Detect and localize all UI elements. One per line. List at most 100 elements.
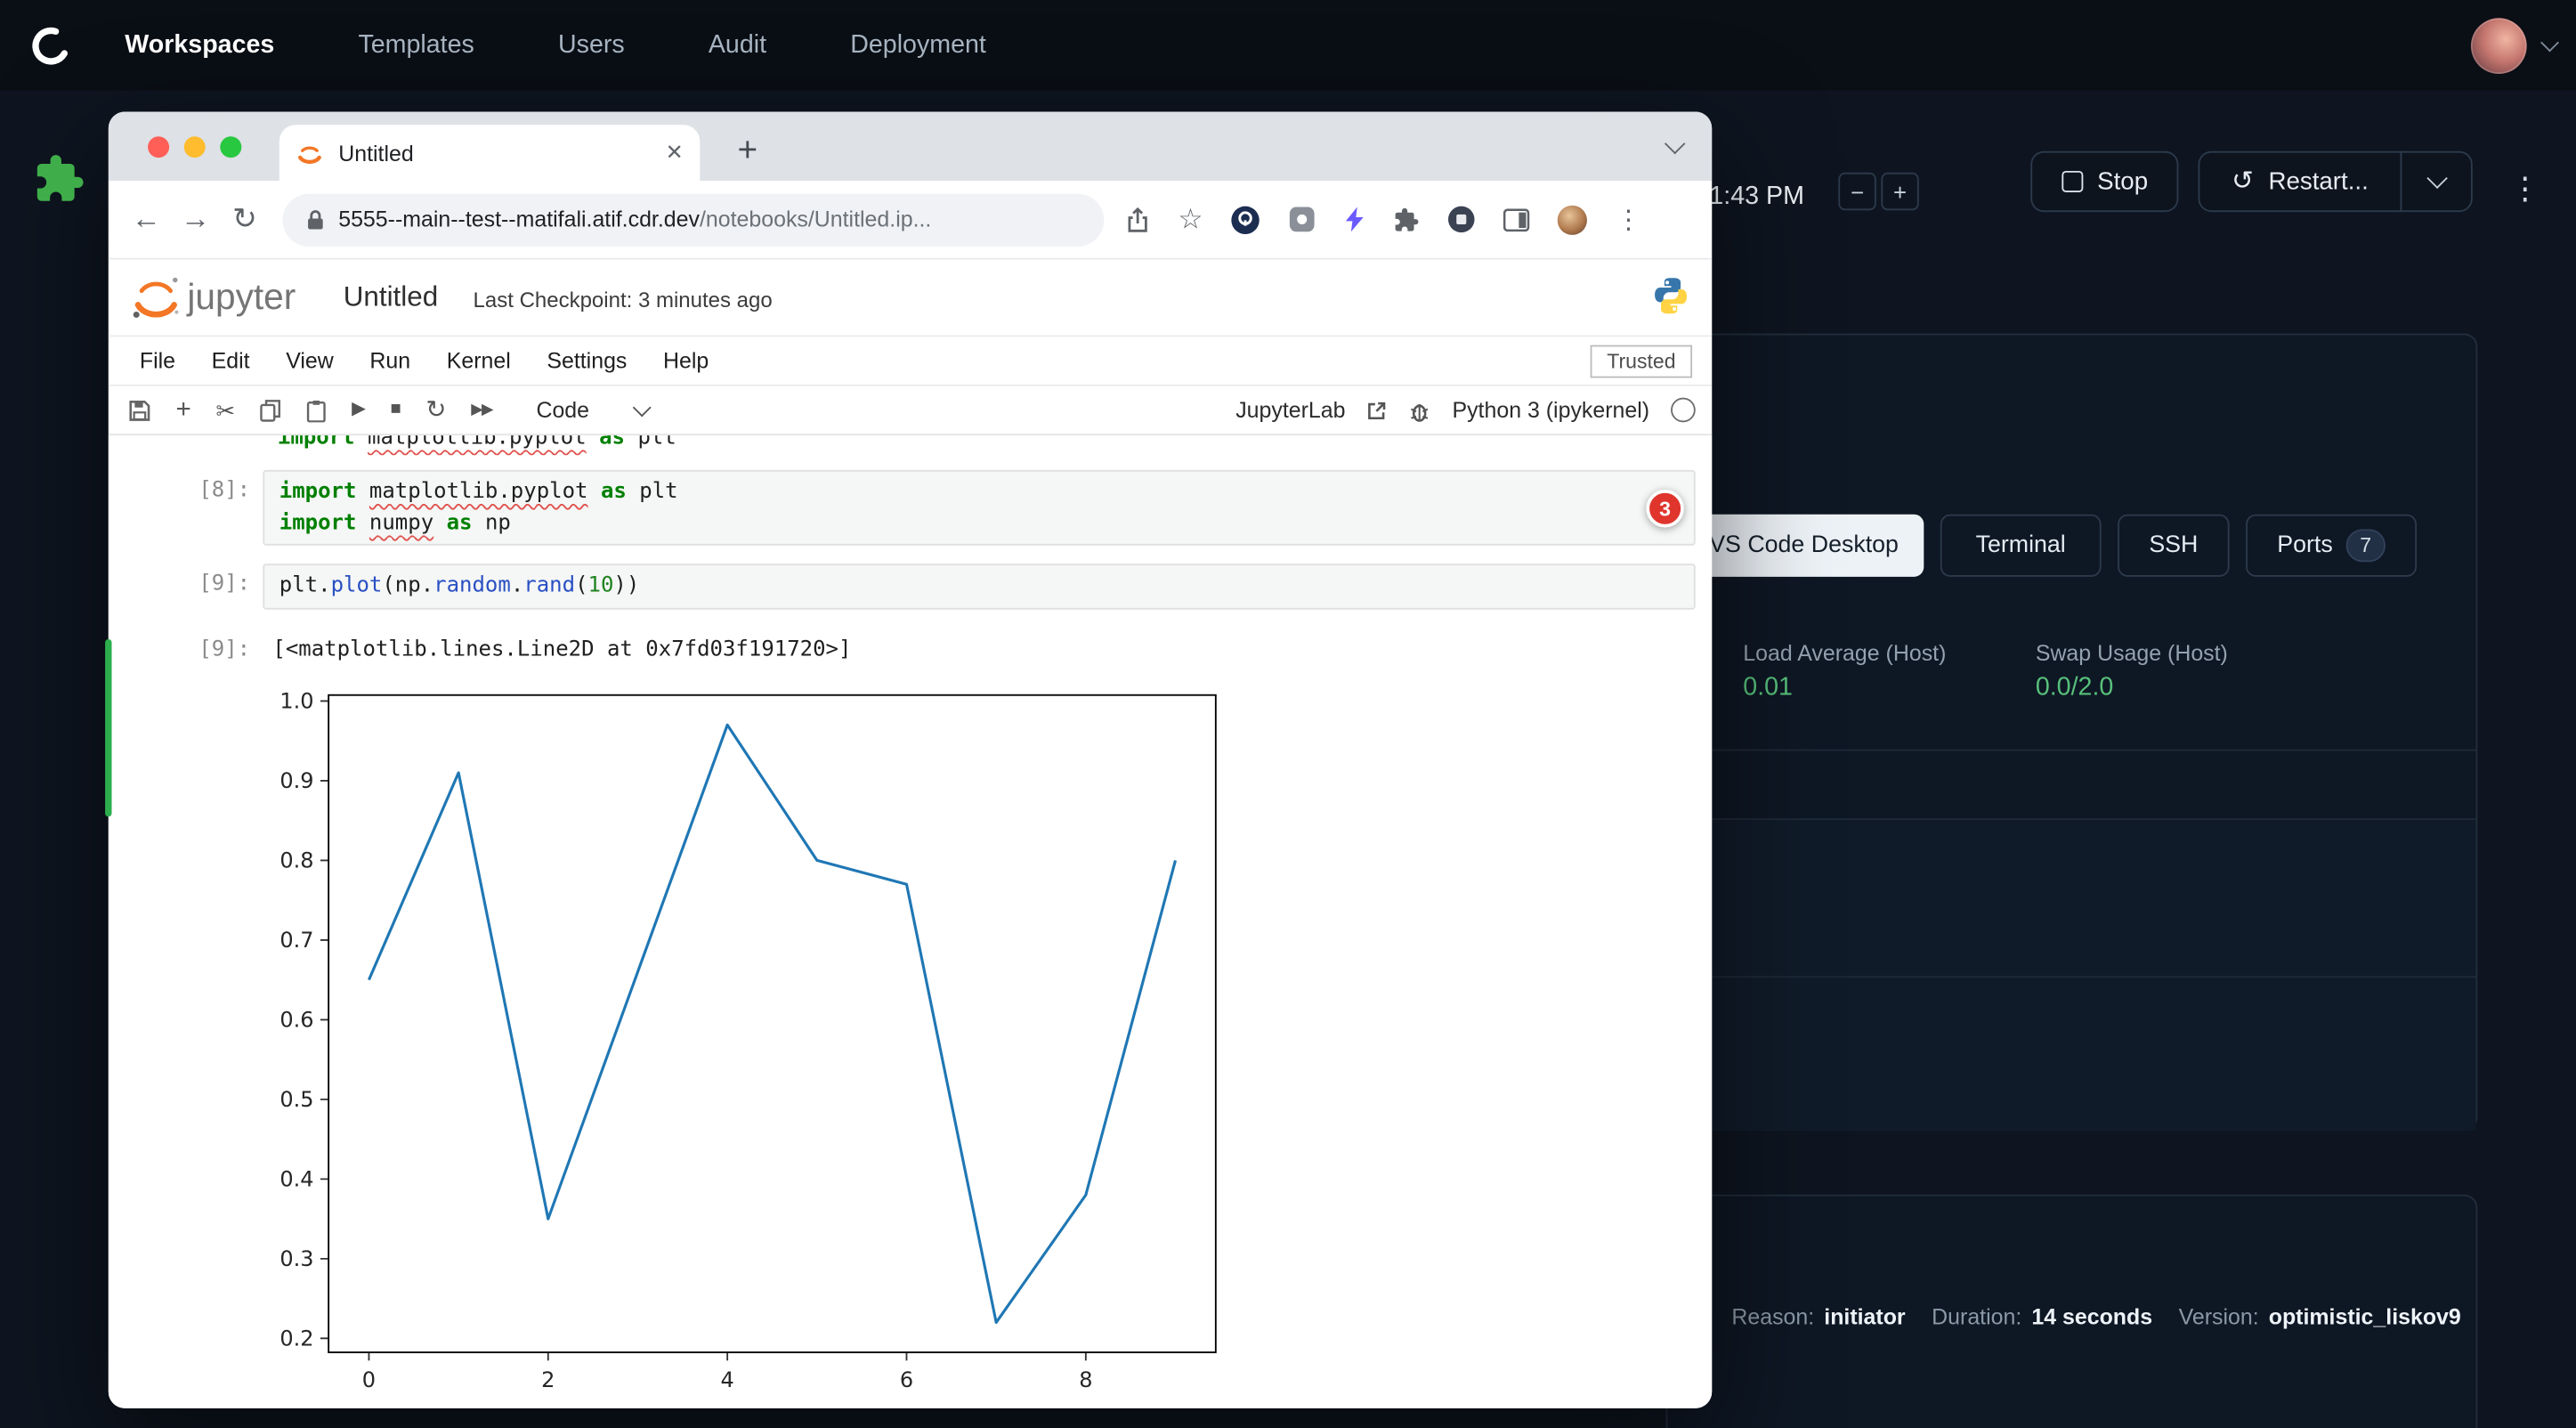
browser-tabstrip: Untitled ✕ +: [109, 112, 1712, 182]
menu-run[interactable]: Run: [352, 348, 428, 373]
svg-text:0.3: 0.3: [279, 1246, 313, 1271]
run-cell-icon[interactable]: ▶: [352, 401, 366, 418]
coder-logo[interactable]: [0, 22, 101, 69]
screen: Workspaces Templates Users Audit Deploym…: [0, 0, 2576, 1428]
stop-label: Stop: [2097, 167, 2148, 195]
menu-view[interactable]: View: [268, 348, 352, 373]
svg-text:0.2: 0.2: [279, 1327, 313, 1351]
build-row[interactable]: Reason: initiator Duration: 14 seconds V…: [1731, 1304, 2477, 1329]
jupyter-logo-icon: [132, 272, 181, 321]
code-cell-9[interactable]: plt.plot(np.random.rand(10)): [263, 564, 1695, 610]
jupyter-header: jupyter Untitled Last Checkpoint: 3 minu…: [109, 260, 1712, 337]
restart-kernel-icon[interactable]: ↻: [425, 398, 446, 423]
debugger-bug-icon[interactable]: [1408, 399, 1431, 422]
window-minimize-button[interactable]: [184, 135, 206, 157]
nav-item-deployment[interactable]: Deployment: [850, 30, 986, 60]
reload-button[interactable]: ↻: [220, 202, 269, 237]
onepassword-extension-icon[interactable]: [1231, 205, 1260, 234]
menu-edit[interactable]: Edit: [193, 348, 268, 373]
window-fullscreen-button[interactable]: [220, 135, 241, 157]
browser-profile-avatar[interactable]: [1558, 205, 1587, 234]
external-link-icon[interactable]: [1367, 400, 1387, 419]
schedule-minus-button[interactable]: −: [1838, 173, 1875, 210]
jupyter-menubar: File Edit View Run Kernel Settings Help …: [109, 337, 1712, 385]
menu-help[interactable]: Help: [645, 348, 727, 373]
stat-value: 0.0/2.0: [2036, 674, 2228, 703]
user-menu-chevron-icon[interactable]: [2540, 33, 2559, 52]
copy-cell-icon[interactable]: [260, 399, 281, 422]
python-logo-icon: [1649, 274, 1692, 317]
ssh-button[interactable]: SSH: [2118, 515, 2230, 577]
menu-settings[interactable]: Settings: [529, 348, 645, 373]
active-workspace-indicator: [105, 639, 111, 816]
vscode-desktop-button[interactable]: VS Code Desktop: [1684, 515, 1924, 577]
jupyter-favicon: [296, 139, 323, 166]
duration-label: Duration:: [1932, 1304, 2021, 1329]
svg-text:0.4: 0.4: [279, 1167, 313, 1192]
workspace-more-options-button[interactable]: ⋮: [2496, 159, 2555, 218]
clipped-cell-line: import matplotlib.pyplot as plt: [278, 435, 1132, 455]
duration-value: 14 seconds: [2031, 1304, 2152, 1329]
tab-close-button[interactable]: ✕: [666, 140, 684, 166]
stop-icon: [2062, 171, 2083, 192]
browser-tab[interactable]: Untitled ✕: [279, 125, 700, 181]
forward-button[interactable]: →: [171, 202, 220, 237]
build-history-panel: Reason: initiator Duration: 14 seconds V…: [1666, 1195, 2478, 1428]
paste-cell-icon[interactable]: [305, 399, 327, 422]
extension-puzzle-icon[interactable]: [33, 153, 85, 206]
extension-icon[interactable]: [1288, 206, 1316, 233]
stop-button[interactable]: Stop: [2030, 151, 2178, 212]
kernel-status-icon: [1671, 398, 1696, 423]
jupyter-toolbar-right: JupyterLab Python 3 (ipykernel): [1235, 398, 1696, 423]
panel-divider: [1667, 976, 2475, 978]
terminal-button[interactable]: Terminal: [1940, 515, 2102, 577]
new-tab-button[interactable]: +: [723, 126, 772, 175]
share-icon[interactable]: [1125, 207, 1150, 233]
svg-text:1.0: 1.0: [279, 689, 313, 714]
menu-kernel[interactable]: Kernel: [428, 348, 529, 373]
svg-text:4: 4: [721, 1367, 734, 1392]
interrupt-kernel-icon[interactable]: ■: [390, 401, 401, 418]
ports-button[interactable]: Ports 7: [2246, 515, 2417, 577]
nav-item-audit[interactable]: Audit: [709, 30, 766, 60]
kernel-name[interactable]: Python 3 (ipykernel): [1452, 398, 1649, 423]
panel-divider: [1667, 750, 2475, 751]
nav-item-workspaces[interactable]: Workspaces: [125, 30, 274, 60]
bolt-extension-icon[interactable]: [1344, 207, 1365, 232]
bookmark-star-icon[interactable]: ☆: [1178, 203, 1203, 236]
notebook-title[interactable]: Untitled: [344, 281, 438, 314]
nav-item-users[interactable]: Users: [558, 30, 625, 60]
code-cell-8[interactable]: import matplotlib.pyplot as pltimport nu…: [263, 470, 1695, 546]
restart-button[interactable]: ↺ Restart...: [2199, 151, 2402, 212]
side-panel-icon[interactable]: [1503, 207, 1530, 231]
user-avatar[interactable]: [2471, 17, 2527, 73]
window-close-button[interactable]: [148, 135, 169, 157]
stat-label: Swap Usage (Host): [2036, 641, 2228, 666]
add-cell-icon[interactable]: +: [175, 397, 190, 424]
checkpoint-status: Last Checkpoint: 3 minutes ago: [474, 288, 773, 312]
tab-title: Untitled: [338, 141, 413, 166]
save-icon[interactable]: [128, 399, 151, 422]
address-bar[interactable]: 5555--main--test--matifali.atif.cdr.dev/…: [282, 193, 1104, 246]
restart-run-all-icon[interactable]: ▶▶: [471, 402, 491, 418]
tab-search-chevron-icon[interactable]: [1665, 134, 1685, 154]
restart-dropdown-button[interactable]: [2401, 151, 2473, 212]
browser-menu-button[interactable]: ⋮: [1616, 203, 1642, 236]
collaborator-count-badge[interactable]: 3: [1646, 490, 1683, 527]
stat-label: Load Average (Host): [1743, 641, 1946, 666]
menu-file[interactable]: File: [122, 348, 194, 373]
cut-cell-icon[interactable]: ✂: [215, 399, 235, 422]
schedule-plus-button[interactable]: +: [1881, 173, 1918, 210]
top-navbar: Workspaces Templates Users Audit Deploym…: [0, 0, 2576, 91]
trusted-button[interactable]: Trusted: [1591, 345, 1692, 377]
extensions-puzzle-icon[interactable]: [1394, 207, 1421, 233]
jupyter-wordmark: jupyter: [187, 276, 296, 319]
open-jupyterlab-link[interactable]: JupyterLab: [1235, 398, 1345, 423]
extension-icon-2[interactable]: [1448, 206, 1476, 233]
input-prompt-8: [8]:: [198, 478, 250, 503]
output-prompt-9: [9]:: [198, 637, 250, 662]
nav-item-templates[interactable]: Templates: [358, 30, 474, 60]
svg-text:8: 8: [1079, 1367, 1092, 1392]
cell-type-select[interactable]: Code: [536, 398, 647, 423]
back-button[interactable]: ←: [122, 202, 171, 237]
